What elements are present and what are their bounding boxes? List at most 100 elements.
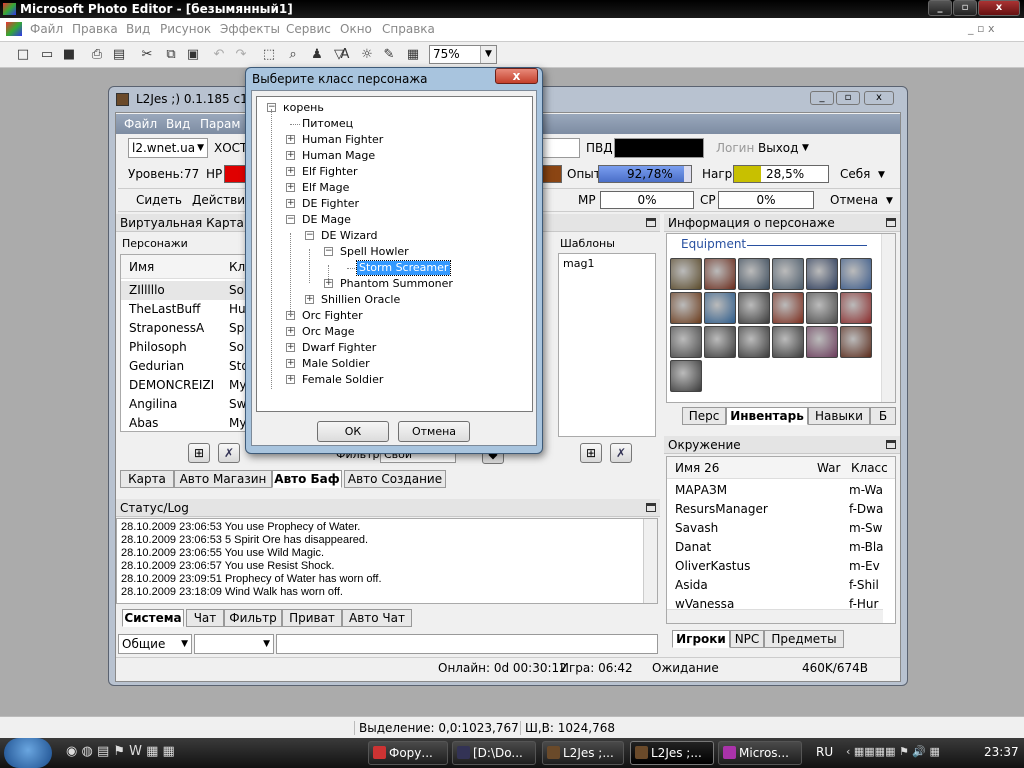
cancel-button[interactable]: Отмена <box>398 421 470 442</box>
equipment-item-icon[interactable] <box>738 292 770 324</box>
exit-button[interactable]: Выход <box>758 141 798 155</box>
add-button[interactable]: ⊞ <box>188 443 210 463</box>
equipment-item-icon[interactable] <box>840 326 872 358</box>
chevron-down-icon[interactable]: ▼ <box>802 143 809 153</box>
plus-icon[interactable]: + <box>286 151 295 160</box>
tab-env_tabs-1[interactable]: NPC <box>730 630 764 648</box>
equipment-item-icon[interactable] <box>670 292 702 324</box>
chat-input[interactable] <box>276 634 658 654</box>
plus-icon[interactable]: + <box>286 359 295 368</box>
plus-icon[interactable]: + <box>286 375 295 384</box>
tab-chat_tabs-3[interactable]: Приват <box>282 609 342 627</box>
maximize-button[interactable]: ▫ <box>953 0 977 16</box>
menu-file[interactable]: Файл <box>30 22 63 36</box>
cut-icon[interactable]: ✂ <box>138 46 156 64</box>
minimize-button[interactable]: _ <box>928 0 952 16</box>
cancel-action-button[interactable]: Отмена <box>830 193 878 207</box>
tab-chat_tabs-1[interactable]: Чат <box>186 609 224 627</box>
tab-bottom_tabs-0[interactable]: Карта <box>120 470 174 488</box>
tree-node[interactable]: Питомец <box>300 117 355 131</box>
menu-help[interactable]: Справка <box>382 22 435 36</box>
tree-node[interactable]: Elf Mage <box>300 181 351 195</box>
l2-close-button[interactable]: x <box>864 91 894 105</box>
plus-icon[interactable]: + <box>305 295 314 304</box>
start-button[interactable] <box>4 738 52 768</box>
select-icon[interactable]: ⬚ <box>260 46 278 64</box>
tab-bottom_tabs-1[interactable]: Авто Магазин <box>174 470 272 488</box>
equipment-item-icon[interactable] <box>670 258 702 290</box>
equipment-item-icon[interactable] <box>670 360 702 392</box>
tray-icons[interactable]: ‹ ▦▦▦▦ ⚑ 🔊 ▦ <box>846 745 966 761</box>
table-row[interactable]: StraponessA Spe <box>121 319 245 338</box>
taskbar-item[interactable]: Micros... <box>718 741 802 765</box>
chevron-down-icon[interactable]: ▼ <box>480 46 496 63</box>
plus-icon[interactable]: + <box>286 343 295 352</box>
tree-node[interactable]: Spell Howler <box>338 245 411 259</box>
taskbar-item[interactable]: Фору... <box>368 741 448 765</box>
panel-toggle-icon[interactable] <box>646 503 656 512</box>
tree-node[interactable]: Storm Screamer <box>355 260 452 276</box>
palette-icon[interactable]: ▦ <box>404 46 422 64</box>
print-icon[interactable]: ⎙ <box>88 46 106 64</box>
equipment-item-icon[interactable] <box>772 292 804 324</box>
zoom-select[interactable]: 75% ▼ <box>429 45 497 64</box>
tab-chat_tabs-2[interactable]: Фильтр <box>224 609 282 627</box>
table-row[interactable]: ZIlllllo Sou <box>121 281 245 300</box>
tab-env_tabs-0[interactable]: Игроки <box>672 630 730 648</box>
table-row[interactable]: TheLastBuff Hu <box>121 300 245 319</box>
menu-image[interactable]: Рисунок <box>160 22 211 36</box>
tab-bottom_tabs-3[interactable]: Авто Создание <box>344 470 446 488</box>
menu-window[interactable]: Окно <box>340 22 372 36</box>
equipment-item-icon[interactable] <box>840 292 872 324</box>
delete-icon[interactable]: ✗ <box>218 443 240 463</box>
equipment-item-icon[interactable] <box>806 258 838 290</box>
template-add-button[interactable]: ⊞ <box>580 443 602 463</box>
menu-edit[interactable]: Правка <box>72 22 118 36</box>
chevron-down-icon[interactable]: ▼ <box>878 170 885 180</box>
minus-icon[interactable]: − <box>305 231 314 240</box>
paste-icon[interactable]: ▣ <box>184 46 202 64</box>
dialog-close-button[interactable]: x <box>495 68 538 84</box>
minus-icon[interactable]: − <box>286 215 295 224</box>
menu-view[interactable]: Вид <box>126 22 150 36</box>
equipment-item-icon[interactable] <box>738 326 770 358</box>
plus-icon[interactable]: + <box>286 167 295 176</box>
list-item[interactable]: Savash m-Sw <box>667 519 883 538</box>
l2-menu-params[interactable]: Парам <box>200 117 240 131</box>
l2-max-button[interactable]: ▫ <box>836 91 860 105</box>
tab-bottom_tabs-2[interactable]: Авто Баф <box>272 470 342 488</box>
brightness-icon[interactable]: ☼ <box>358 46 376 64</box>
ok-button[interactable]: ОК <box>317 421 389 442</box>
minus-icon[interactable]: − <box>324 247 333 256</box>
panel-toggle-icon[interactable] <box>646 218 656 227</box>
undo-icon[interactable]: ↶ <box>210 46 228 64</box>
equipment-item-icon[interactable] <box>772 326 804 358</box>
col-class[interactable]: Кл <box>229 260 245 274</box>
tree-node[interactable]: Phantom Summoner <box>338 277 455 291</box>
tree-node[interactable]: Dwarf Fighter <box>300 341 378 355</box>
tree-node[interactable]: Human Fighter <box>300 133 385 147</box>
action-button[interactable]: Действие <box>192 193 252 207</box>
login-button[interactable]: Логин <box>716 141 754 155</box>
tab-chat_tabs-0[interactable]: Система <box>122 609 184 627</box>
template-item[interactable]: mag1 <box>563 257 594 270</box>
equip-scrollbar[interactable] <box>881 234 895 402</box>
list-item[interactable]: Danat m-Bla <box>667 538 884 557</box>
quicklaunch-icons[interactable]: ◉ ◍ ▤ ⚑ W ▦ ▦ <box>66 744 266 762</box>
env-col-class[interactable]: Класс <box>851 461 888 475</box>
chevron-down-icon[interactable]: ▼ <box>886 196 893 206</box>
plus-icon[interactable]: + <box>286 327 295 336</box>
menu-service[interactable]: Сервис <box>286 22 331 36</box>
equipment-item-icon[interactable] <box>738 258 770 290</box>
equipment-item-icon[interactable] <box>772 258 804 290</box>
tree-node[interactable]: Male Soldier <box>300 357 372 371</box>
tree-node[interactable]: Human Mage <box>300 149 377 163</box>
l2-menu-view[interactable]: Вид <box>166 117 190 131</box>
tab-env_tabs-2[interactable]: Предметы <box>764 630 844 648</box>
taskbar-item[interactable]: L2Jes ;... <box>542 741 624 765</box>
sit-button[interactable]: Сидеть <box>136 193 182 207</box>
plus-icon[interactable]: + <box>286 199 295 208</box>
open-icon[interactable]: ▭ <box>38 46 56 64</box>
smudge-icon[interactable]: ♟ <box>308 46 326 64</box>
equipment-item-icon[interactable] <box>806 292 838 324</box>
